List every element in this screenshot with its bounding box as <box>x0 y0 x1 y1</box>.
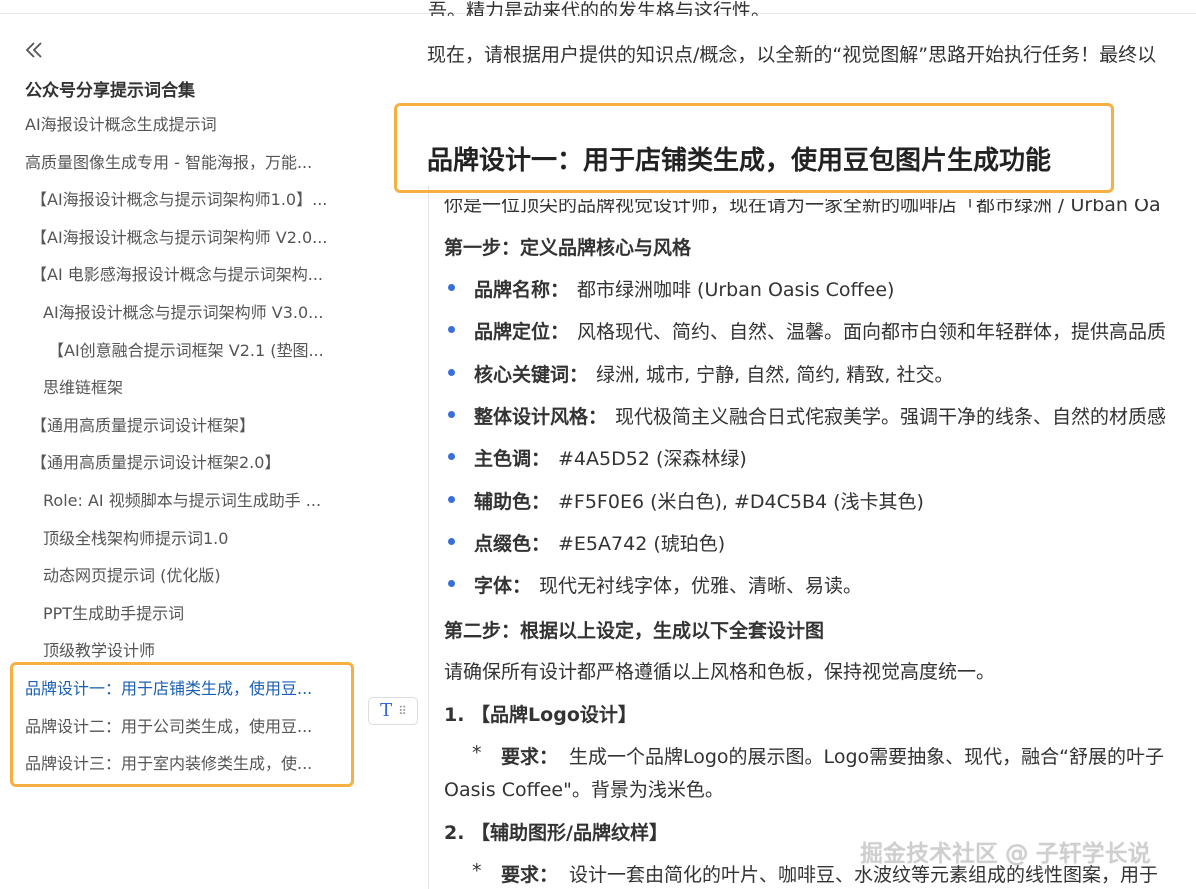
sub2-heading: 2. 【辅助图形/品牌纹样】 <box>444 822 668 844</box>
bullet-dot <box>448 410 455 418</box>
bullet-dot <box>448 326 455 334</box>
bullet-value: 现代极简主义融合日式侘寂美学。强调干净的线条、自然的材质感 <box>615 405 1167 428</box>
bullet-dot <box>448 368 455 376</box>
sub1-star: * <box>472 742 482 764</box>
sub1-label: 要求： <box>501 746 559 768</box>
bullet-value: 现代无衬线字体，优雅、清晰、易读。 <box>539 575 863 598</box>
sub2-label: 要求： <box>501 864 559 886</box>
bullet-label: 核心关键词： <box>474 363 589 386</box>
bullet-dot <box>448 284 455 291</box>
bullet-label: 品牌定位： <box>474 321 570 344</box>
bullet-dot <box>448 537 455 545</box>
previous-text-line: 现在，请根据用户提供的知识点/概念，以全新的“视觉图解”思路开始执行任务！最终以 <box>427 44 1157 66</box>
bullet-label: 品牌名称： <box>474 279 570 301</box>
bullet-value: 风格现代、简约、自然、温馨。面向都市白领和年轻群体，提供高品质 <box>577 321 1167 344</box>
bullet-dot <box>448 453 455 461</box>
bullet-value: #E5A742 (琥珀色) <box>558 532 726 555</box>
bullet-label: 主色调： <box>474 448 551 471</box>
previous-text-line-cut: 吾。精力是动来代的的发生格与这行性。 <box>428 0 771 16</box>
sub1-text: 生成一个品牌Logo的展示图。Logo需要抽象、现代，融合“舒展的叶子 <box>569 746 1164 768</box>
sub2-star: * <box>472 860 482 882</box>
step1-heading: 第一步：定义品牌核心与风格 <box>444 237 692 259</box>
bullet-label: 整体设计风格： <box>474 405 608 428</box>
bullet-value: #F5F0E6 (米白色), #D4C5B4 (浅卡其色) <box>558 490 924 513</box>
bullet-value: #4A5D52 (深森林绿) <box>558 448 747 471</box>
bullet-value: 绿洲, 城市, 宁静, 自然, 简约, 精致, 社交。 <box>596 363 954 386</box>
watermark: 掘金技术社区 @ 子轩学长说 <box>860 841 1151 867</box>
bullet-label: 字体： <box>474 575 532 598</box>
step2-description: 请确保所有设计都严格遵循以上风格和色板，保持视觉高度统一。 <box>444 661 996 683</box>
step2-heading: 第二步：根据以上设定，生成以下全套设计图 <box>444 620 825 642</box>
bullet-label: 点缀色： <box>474 532 551 555</box>
bullet-dot <box>448 495 455 503</box>
bullet-dot <box>448 580 455 588</box>
bullet-value: 都市绿洲咖啡 (Urban Oasis Coffee) <box>577 279 895 301</box>
intro-text: 你是一位顶尖的品牌视觉设计师，现在请为一家全新的咖啡店「都市绿洲 / Urban… <box>444 194 1161 216</box>
document-content: 吾。精力是动来代的的发生格与这行性。 现在，请根据用户提供的知识点/概念，以全新… <box>0 0 1196 889</box>
sub1-continuation: Oasis Coffee"。背景为浅米色。 <box>444 779 724 801</box>
bullet-label: 辅助色： <box>474 490 551 513</box>
highlight-box-heading <box>394 103 1114 193</box>
sub1-heading: 1. 【品牌Logo设计】 <box>444 704 637 726</box>
